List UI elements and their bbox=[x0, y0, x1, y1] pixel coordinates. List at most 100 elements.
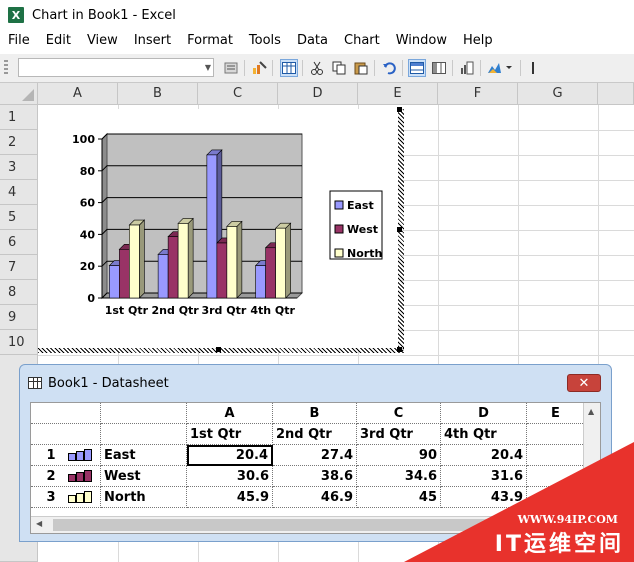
row-header[interactable]: 1 bbox=[0, 105, 38, 130]
chart-wizard-icon[interactable] bbox=[250, 59, 268, 77]
datasheet-column-header[interactable]: C bbox=[357, 403, 441, 424]
y-tick-label: 40 bbox=[80, 228, 96, 241]
row-header[interactable]: 4 bbox=[0, 180, 38, 205]
data-table-icon[interactable] bbox=[458, 59, 476, 77]
column-header[interactable] bbox=[598, 83, 634, 105]
datasheet-corner[interactable] bbox=[31, 403, 101, 424]
menu-tools[interactable]: Tools bbox=[241, 30, 289, 52]
datasheet-row-header[interactable] bbox=[31, 424, 101, 445]
datasheet-icon bbox=[28, 377, 42, 389]
datasheet-cell[interactable]: 1st Qtr bbox=[187, 424, 273, 445]
watermark: WWW.94IP.COM IT运维空间 bbox=[404, 442, 634, 562]
resize-handle[interactable] bbox=[397, 347, 402, 352]
by-row-icon[interactable] bbox=[408, 59, 426, 77]
series-chart-icon bbox=[68, 491, 92, 503]
paste-icon[interactable] bbox=[352, 59, 370, 77]
x-tick-label: 4th Qtr bbox=[250, 304, 295, 317]
datasheet-cell[interactable]: 2nd Qtr bbox=[273, 424, 357, 445]
datasheet-active-cell[interactable]: 20.4 bbox=[187, 445, 273, 466]
column-header[interactable]: F bbox=[438, 83, 518, 105]
legend-label: East bbox=[347, 199, 374, 212]
select-all-corner[interactable] bbox=[0, 83, 38, 105]
column-header[interactable]: A bbox=[38, 83, 118, 105]
menu-window[interactable]: Window bbox=[388, 30, 455, 52]
datasheet-icon[interactable] bbox=[280, 59, 298, 77]
chevron-down-icon[interactable]: ▼ bbox=[201, 58, 215, 77]
bar bbox=[255, 265, 266, 299]
datasheet-column-header[interactable] bbox=[101, 403, 187, 424]
legend-label: North bbox=[347, 247, 382, 260]
chart-type-icon[interactable] bbox=[486, 59, 514, 77]
bar bbox=[109, 265, 120, 299]
datasheet-cell[interactable]: 30.6 bbox=[187, 466, 273, 487]
menu-data[interactable]: Data bbox=[289, 30, 336, 52]
row-header[interactable]: 7 bbox=[0, 255, 38, 280]
datasheet-cell[interactable]: 27.4 bbox=[273, 445, 357, 466]
datasheet-row-header[interactable]: 2 bbox=[31, 466, 101, 487]
undo-icon[interactable] bbox=[380, 59, 398, 77]
toolbar-grip[interactable] bbox=[4, 60, 8, 76]
datasheet-row-header[interactable]: 3 bbox=[31, 487, 101, 508]
row-header[interactable]: 5 bbox=[0, 205, 38, 230]
watermark-text: IT运维空间 bbox=[494, 532, 624, 557]
datasheet-row-header[interactable]: 1 bbox=[31, 445, 101, 466]
datasheet-column-header[interactable]: D bbox=[441, 403, 527, 424]
row-header[interactable]: 2 bbox=[0, 130, 38, 155]
resize-handle[interactable] bbox=[216, 347, 221, 352]
column-header[interactable]: B bbox=[118, 83, 198, 105]
column-header[interactable]: C bbox=[198, 83, 278, 105]
column-header[interactable]: D bbox=[278, 83, 358, 105]
title-bar: X Chart in Book1 - Excel bbox=[0, 0, 634, 30]
format-icon[interactable] bbox=[222, 59, 240, 77]
cut-icon[interactable] bbox=[308, 59, 326, 77]
column-header[interactable]: E bbox=[358, 83, 438, 105]
menu-help[interactable]: Help bbox=[455, 30, 501, 52]
chart-selection-border[interactable] bbox=[38, 348, 404, 353]
bar bbox=[167, 236, 179, 299]
datasheet-cell[interactable]: 45.9 bbox=[187, 487, 273, 508]
by-column-icon[interactable] bbox=[430, 59, 448, 77]
copy-icon[interactable] bbox=[330, 59, 348, 77]
datasheet-cell[interactable]: North bbox=[101, 487, 187, 508]
x-tick-label: 2nd Qtr bbox=[152, 304, 200, 317]
row-header[interactable]: 9 bbox=[0, 305, 38, 330]
menu-file[interactable]: File bbox=[0, 30, 38, 52]
menu-chart[interactable]: Chart bbox=[336, 30, 388, 52]
scroll-up-icon[interactable]: ▲ bbox=[588, 407, 594, 416]
datasheet-cell[interactable]: West bbox=[101, 466, 187, 487]
resize-handle[interactable] bbox=[397, 107, 402, 112]
bar-side bbox=[285, 222, 291, 299]
y-tick-label: 60 bbox=[80, 197, 96, 210]
bar-side bbox=[139, 219, 145, 299]
datasheet-column-header[interactable]: B bbox=[273, 403, 357, 424]
datasheet-cell[interactable]: 38.6 bbox=[273, 466, 357, 487]
legend-label: West bbox=[347, 223, 378, 236]
series-chart-icon bbox=[68, 470, 92, 482]
menu-format[interactable]: Format bbox=[179, 30, 241, 52]
row-header[interactable]: 6 bbox=[0, 230, 38, 255]
toolbar-separator bbox=[452, 60, 453, 76]
menu-insert[interactable]: Insert bbox=[126, 30, 179, 52]
datasheet-titlebar[interactable]: Book1 - Datasheet bbox=[28, 373, 169, 393]
grid-line bbox=[38, 355, 634, 356]
close-button[interactable]: ✕ bbox=[567, 374, 601, 392]
resize-handle[interactable] bbox=[397, 227, 402, 232]
row-header[interactable]: 8 bbox=[0, 280, 38, 305]
toolbar-more-icon[interactable] bbox=[524, 59, 542, 77]
column-header[interactable]: G bbox=[518, 83, 598, 105]
datasheet-cell[interactable]: 46.9 bbox=[273, 487, 357, 508]
menu-view[interactable]: View bbox=[79, 30, 126, 52]
datasheet-column-header[interactable]: A bbox=[187, 403, 273, 424]
row-header[interactable]: 10 bbox=[0, 330, 38, 355]
toolbar-separator bbox=[272, 60, 273, 76]
datasheet-column-header[interactable]: E bbox=[527, 403, 585, 424]
column-chart[interactable]: 0 20 40 60 80 100 1st Qtr 2nd Qtr 3rd Qtr 4th Qtr… bbox=[38, 109, 401, 351]
scroll-left-icon[interactable]: ◀ bbox=[36, 519, 42, 528]
x-tick-label: 1st Qtr bbox=[105, 304, 149, 317]
row-header[interactable]: 3 bbox=[0, 155, 38, 180]
menu-edit[interactable]: Edit bbox=[38, 30, 79, 52]
datasheet-cell[interactable] bbox=[101, 424, 187, 445]
datasheet-cell[interactable]: East bbox=[101, 445, 187, 466]
chart-object[interactable]: 0 20 40 60 80 100 1st Qtr 2nd Qtr 3rd Qtr 4th Qtr… bbox=[38, 109, 401, 351]
chart-objects-box[interactable] bbox=[18, 58, 214, 77]
